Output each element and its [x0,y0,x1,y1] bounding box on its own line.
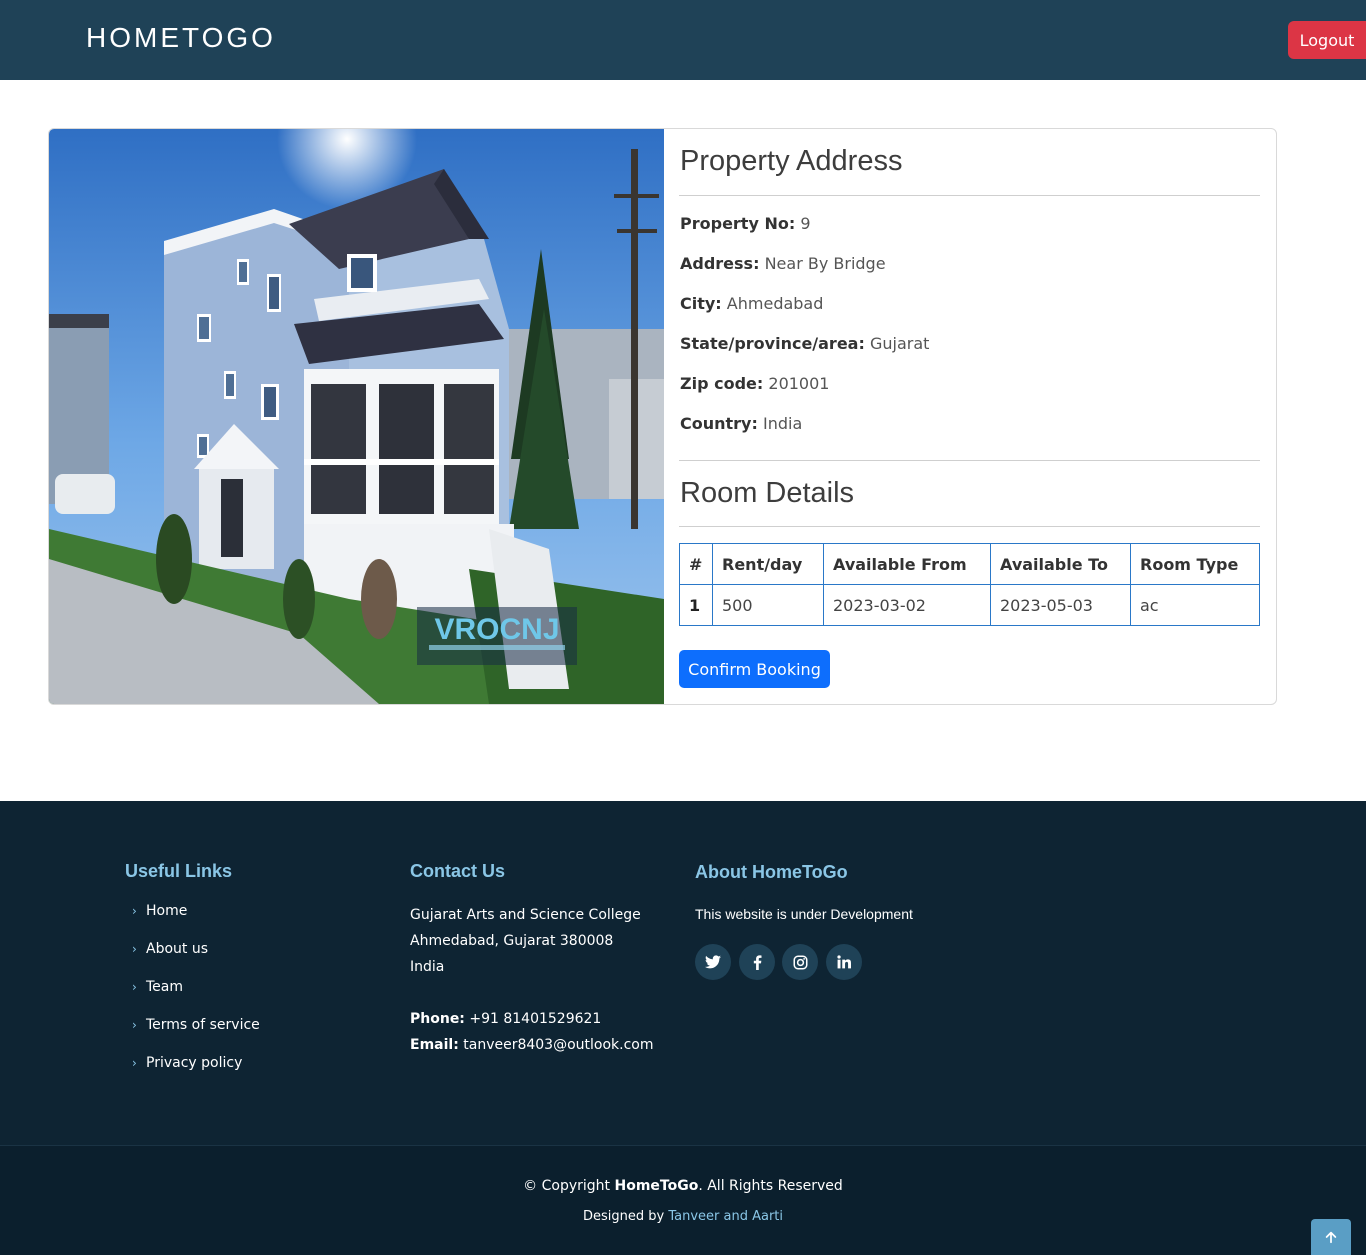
field-property-no: Property No: 9 [680,214,811,233]
image-watermark: VROCNJ [434,613,559,646]
instagram-icon [793,955,807,969]
contact-phone: Phone: +91 81401529621 [410,1011,602,1027]
footer-link-home[interactable]: › Home [132,903,187,919]
about-title: About HomeToGo [695,862,848,882]
cell-available-from: 2023-03-02 [823,584,991,626]
chevron-right-icon: › [132,904,137,918]
cell-room-type: ac [1130,584,1260,626]
footer [0,801,1366,1145]
linkedin-icon [837,955,851,969]
twitter-link[interactable] [695,944,731,980]
chevron-right-icon: › [132,1018,137,1032]
property-address-title: Property Address [680,145,903,177]
contact-address-line-2: Ahmedabad, Gujarat 380008 [410,933,614,949]
col-header-available-from: Available From [823,543,991,585]
cell-rent: 500 [712,584,824,626]
useful-links-title: Useful Links [125,861,233,881]
brand-logo[interactable]: HOMETOGO [86,22,276,54]
col-header-rent: Rent/day [712,543,824,585]
designed-by-text: Designed by Tanveer and Aarti [582,1209,784,1224]
contact-address-line-3: India [410,959,445,975]
field-address: Address: Near By Bridge [680,254,886,273]
room-details-table: # Rent/day Available From Available To R… [679,543,1260,626]
footer-link-terms[interactable]: › Terms of service [132,1017,260,1033]
footer-link-team[interactable]: › Team [132,979,183,995]
divider [679,195,1260,196]
table-header-row: # Rent/day Available From Available To R… [679,543,1260,585]
chevron-right-icon: › [132,980,137,994]
footer-link-about[interactable]: › About us [132,941,208,957]
designer-link[interactable]: Tanveer and Aarti [668,1209,783,1224]
table-row: 1 500 2023-03-02 2023-05-03 ac [679,584,1260,626]
copyright-text: © Copyright HomeToGo. All Rights Reserve… [523,1178,843,1194]
copyright-bar: © Copyright HomeToGo. All Rights Reserve… [0,1145,1366,1255]
confirm-booking-button[interactable]: Confirm Booking [679,650,830,688]
twitter-icon [705,955,721,969]
facebook-link[interactable] [739,944,775,980]
chevron-right-icon: › [132,1056,137,1070]
property-photo: VROCNJ [49,129,664,704]
col-header-index: # [679,543,713,585]
instagram-link[interactable] [782,944,818,980]
property-card: VROCNJ Property Address Property No: 9 A… [48,128,1277,705]
cell-available-to: 2023-05-03 [990,584,1131,626]
field-country: Country: India [680,414,803,433]
field-zip-code: Zip code: 201001 [680,374,830,393]
footer-link-privacy[interactable]: › Privacy policy [132,1055,242,1071]
col-header-available-to: Available To [990,543,1131,585]
top-navbar: HOMETOGO Logout [0,0,1366,80]
divider [679,526,1260,527]
room-details-title: Room Details [680,477,855,509]
field-city: City: Ahmedabad [680,294,824,313]
linkedin-link[interactable] [826,944,862,980]
contact-address-line-1: Gujarat Arts and Science College [410,907,641,923]
col-header-room-type: Room Type [1130,543,1260,585]
logout-button[interactable]: Logout [1288,21,1366,59]
chevron-right-icon: › [132,942,137,956]
facebook-icon [753,954,761,970]
cell-index: 1 [679,584,713,626]
contact-email: Email: tanveer8403@outlook.com [410,1037,654,1053]
about-text: This website is under Development [695,906,913,922]
back-to-top-button[interactable] [1311,1219,1351,1255]
arrow-up-icon [1325,1231,1337,1244]
divider [679,460,1260,461]
field-state: State/province/area: Gujarat [680,334,930,353]
contact-us-title: Contact Us [410,861,506,881]
